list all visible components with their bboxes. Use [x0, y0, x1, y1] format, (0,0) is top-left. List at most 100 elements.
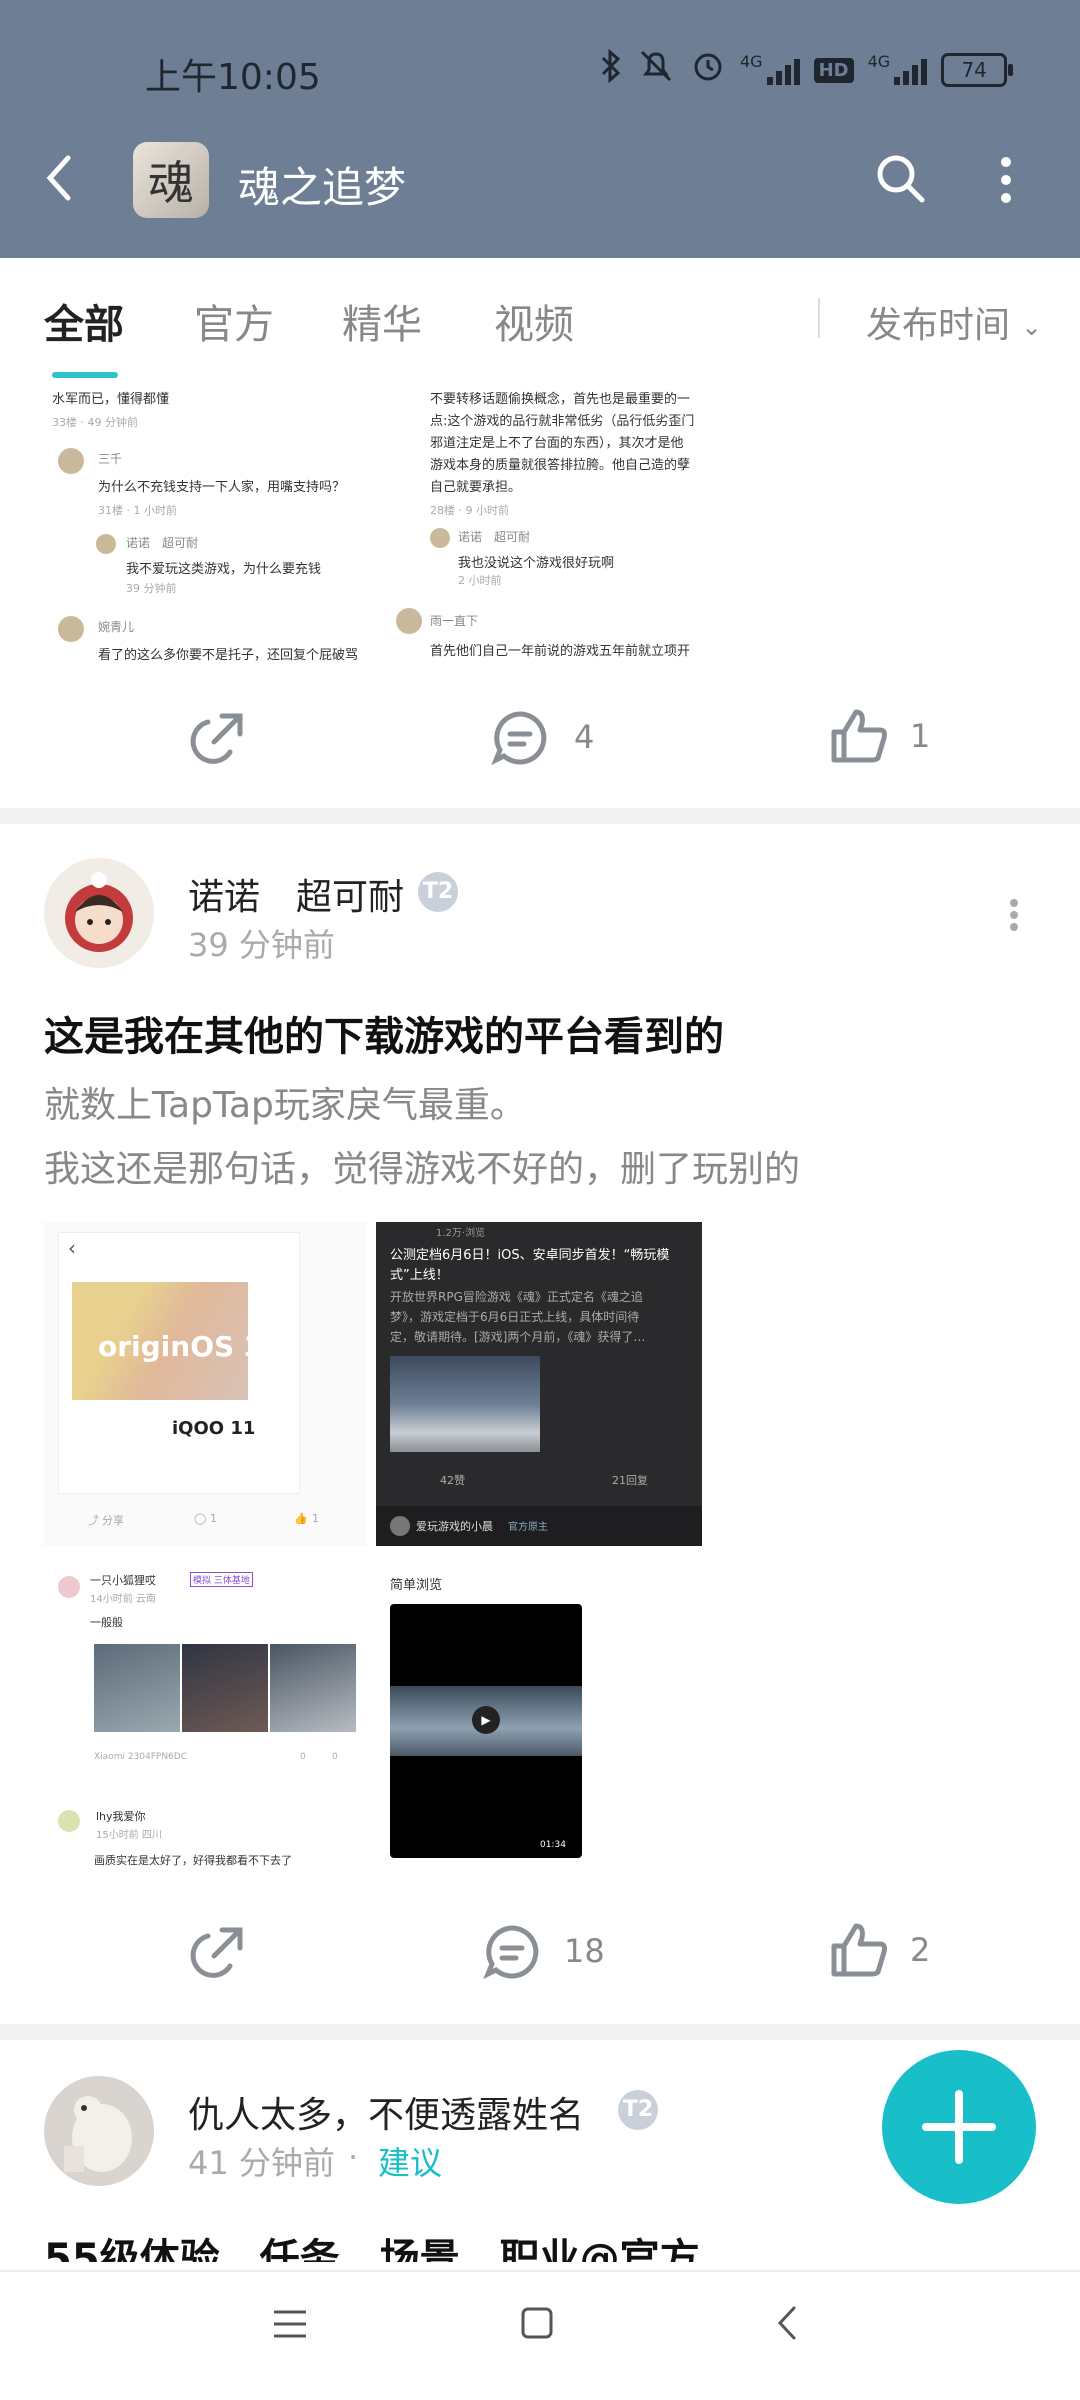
- home-icon[interactable]: [520, 2306, 554, 2344]
- image-text: 1: [312, 1512, 319, 1525]
- image-text: 为什么不充钱支持一下人家，用嘴支持吗？: [98, 480, 346, 495]
- post-image[interactable]: ‹ originOS 3 iQOO 11 ⤴ 分享 ◯ 1 👍 1: [44, 1222, 366, 1546]
- tab-divider: [818, 298, 820, 338]
- image-text: 婉青儿: [98, 620, 135, 634]
- app-logo: 魂: [133, 142, 209, 218]
- status-time: 上午10:05: [145, 57, 321, 98]
- comment-icon: ◯: [194, 1512, 207, 1525]
- image-text: 我不爱玩这类游戏，为什么要充钱: [126, 562, 322, 577]
- back-icon[interactable]: [40, 150, 80, 206]
- like-button[interactable]: 2: [830, 1922, 930, 1978]
- share-icon[interactable]: [190, 710, 248, 768]
- image-text: 定，敬请期待。[游戏]两个月前，《魂》获得了…: [390, 1330, 646, 1344]
- image-text: 三千: [98, 452, 123, 466]
- share-icon: ⤴: [88, 1514, 99, 1527]
- image-text: 画质实在是太好了，好得我都看不下去了: [94, 1854, 292, 1867]
- post-title[interactable]: 这是我在其他的下载游戏的平台看到的: [44, 1004, 724, 1062]
- signal-icon-2: [894, 55, 928, 85]
- image-text: 15小时前 四川: [96, 1830, 162, 1841]
- post-body-line[interactable]: 我这还是那句话，觉得游戏不好的，删了玩别的: [44, 1140, 800, 1192]
- image-text: 点:这个游戏的品行就非常低劣（品行低劣歪门: [430, 414, 695, 429]
- tab-official[interactable]: 官方: [194, 292, 274, 350]
- image-text: 不要转移话题偷换概念，首先也是最重要的一: [430, 392, 691, 407]
- more-icon[interactable]: [994, 152, 1018, 208]
- new-post-button[interactable]: [882, 2050, 1036, 2204]
- image-text: 模拟 三体基地: [190, 1572, 253, 1587]
- image-text: Xiaomi 2304FPN6DC: [94, 1752, 187, 1762]
- avatar[interactable]: [44, 2076, 154, 2186]
- share-icon[interactable]: [190, 1924, 248, 1982]
- image-text: 游戏本身的质量就很答排拉胯。他自己造的孽: [430, 458, 691, 473]
- post-body-line[interactable]: 就数上TapTap玩家戾气最重。: [44, 1076, 526, 1128]
- thumb: [270, 1644, 356, 1732]
- comment-icon: [491, 711, 547, 766]
- post-image[interactable]: 1.2万·浏览 公测定档6月6日！iOS、安卓同步首发！“畅玩模 式”上线！ 开…: [376, 1222, 702, 1546]
- post-image[interactable]: 水军而已，懂得都懂 33楼 · 49 分钟前 三千 为什么不充钱支持一下人家，用…: [44, 372, 364, 662]
- system-nav-bar: [0, 2262, 1080, 2400]
- play-icon: ▶: [472, 1706, 500, 1734]
- user-name[interactable]: 诺诺 超可耐: [188, 868, 404, 920]
- image-text: 14小时前 云南: [90, 1594, 156, 1605]
- image-text: 分享: [102, 1514, 124, 1527]
- image-text: 简单浏览: [390, 1578, 443, 1593]
- image-text: 开放世界RPG冒险游戏《魂》正式定名《魂之追: [390, 1290, 643, 1304]
- image-text: 邪道注定是上不了台面的东西），其次才是他: [430, 436, 684, 451]
- tab-video[interactable]: 视频: [494, 292, 574, 350]
- sort-dropdown[interactable]: 发布时间 ⌄: [866, 296, 1042, 348]
- image-text: 爱玩游戏的小晨: [416, 1520, 493, 1533]
- image-text: 1.2万·浏览: [436, 1228, 486, 1239]
- comment-button[interactable]: 4: [490, 708, 594, 766]
- image-text: 21回复: [612, 1474, 648, 1487]
- comment-icon: [483, 1925, 539, 1980]
- hd-label: HD: [813, 57, 854, 83]
- post-time: 41 分钟前: [188, 2144, 335, 2182]
- image-text: 看了的这么多你要不是托子，还回复个屁破骂: [98, 648, 359, 662]
- menu-icon[interactable]: [272, 2308, 308, 2344]
- image-text: 1: [210, 1512, 217, 1525]
- image-text: 33楼 · 49 分钟前: [52, 416, 138, 429]
- like-count: 2: [910, 1931, 931, 1969]
- separator-dot: ·: [348, 2138, 359, 2176]
- post-tag[interactable]: 建议: [378, 2138, 442, 2184]
- bluetooth-icon: [600, 48, 622, 91]
- tab-all[interactable]: 全部: [44, 292, 124, 350]
- plus-icon: [922, 2090, 996, 2164]
- search-icon[interactable]: [872, 150, 928, 206]
- like-button[interactable]: 1: [830, 708, 930, 764]
- like-icon: 👍: [294, 1512, 308, 1525]
- section-divider: [0, 808, 1080, 824]
- back-nav-icon[interactable]: [776, 2304, 800, 2346]
- image-text: 0: [332, 1752, 338, 1762]
- image-text: 一般般: [90, 1616, 123, 1629]
- image-text: 首先他们自己一年前说的游戏五年前就立项开: [430, 644, 691, 659]
- image-text: 雨一直下: [430, 614, 479, 628]
- game-screenshot: [390, 1356, 540, 1452]
- image-text: 我也没说这个游戏很好玩啊: [458, 556, 615, 571]
- image-text: 28楼 · 9 小时前: [430, 504, 509, 517]
- network-label-1: 4G: [740, 51, 763, 71]
- comment-count: 18: [564, 1932, 605, 1970]
- level-badge: T2: [618, 2090, 658, 2130]
- post-image[interactable]: 一只小狐狸哎 模拟 三体基地 14小时前 云南 一般般 Xiaomi 2304F…: [44, 1556, 366, 1880]
- post-image[interactable]: 不要转移话题偷换概念，首先也是最重要的一 点:这个游戏的品行就非常低劣（品行低劣…: [384, 372, 704, 662]
- thumb: [94, 1644, 180, 1732]
- chevron-down-icon: ⌄: [1021, 313, 1042, 341]
- avatar[interactable]: [44, 858, 154, 968]
- image-text: 官方原主: [508, 1522, 548, 1533]
- image-text: 一只小狐狸哎: [90, 1574, 156, 1587]
- more-icon[interactable]: [1006, 898, 1022, 932]
- image-text: iQOO 11: [172, 1418, 256, 1439]
- battery-icon: 74: [941, 53, 1014, 87]
- post-time: 39 分钟前: [188, 926, 335, 964]
- signal-icon-1: [766, 55, 800, 85]
- status-icons: 4G HD 4G 74: [600, 48, 1014, 92]
- tab-featured[interactable]: 精华: [342, 292, 422, 350]
- page-title: 魂之追梦: [238, 163, 407, 212]
- user-name[interactable]: 仇人太多，不便透露姓名: [188, 2086, 584, 2138]
- video-duration: 01:34: [540, 1840, 566, 1850]
- image-text: originOS 3: [98, 1330, 264, 1363]
- tab-underline: [52, 372, 118, 378]
- post-image[interactable]: 简单浏览 ▶ 01:34: [376, 1556, 702, 1880]
- comment-button[interactable]: 18: [482, 1922, 605, 1980]
- image-text: 公测定档6月6日！iOS、安卓同步首发！“畅玩模: [390, 1248, 670, 1263]
